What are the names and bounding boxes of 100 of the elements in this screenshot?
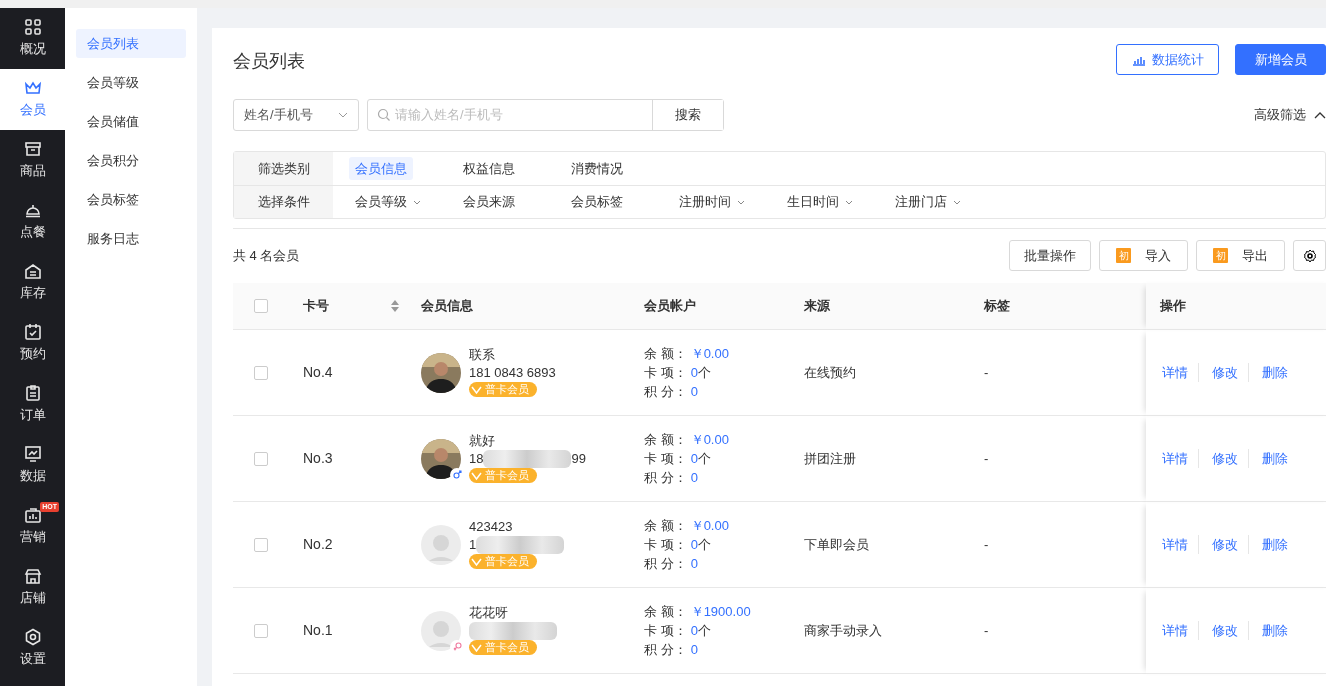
toolbar-button[interactable]: 初 导出	[1196, 240, 1285, 271]
action-link[interactable]: 删除	[1248, 448, 1298, 469]
avatar	[421, 610, 461, 651]
column-header: 卡号	[303, 297, 329, 316]
filter-option[interactable]: 注册时间	[673, 190, 737, 214]
filter-option[interactable]: 权益信息	[457, 156, 521, 181]
toolbar-button[interactable]: 初 导入	[1099, 240, 1188, 271]
select-all-checkbox[interactable]	[254, 299, 268, 313]
nav-item[interactable]: 设置	[0, 618, 65, 679]
row-checkbox[interactable]	[254, 623, 268, 638]
card-number: No.3	[303, 449, 333, 468]
balance-value: ￥0.00	[690, 346, 729, 361]
member-tier-badge: 普卡会员	[469, 381, 537, 397]
filter-option[interactable]: 会员等级	[349, 190, 413, 214]
search-button[interactable]: 搜索	[652, 100, 723, 130]
nav-item[interactable]: 库存	[0, 252, 65, 313]
field-label: 余 额：	[644, 346, 687, 361]
balance-value: ￥1900.00	[690, 604, 751, 619]
phone-number: 18	[469, 449, 484, 468]
row-checkbox[interactable]	[254, 451, 268, 466]
nav-item[interactable]: 预约	[0, 313, 65, 374]
chevron-down-icon	[953, 199, 961, 205]
sort-icon	[391, 300, 399, 312]
submenu-item[interactable]: 会员列表	[76, 29, 186, 58]
action-link[interactable]: 删除	[1248, 534, 1298, 555]
filter-option[interactable]: 生日时间	[781, 190, 845, 214]
search-type-select[interactable]: 姓名/手机号	[233, 99, 359, 131]
row-checkbox[interactable]	[254, 537, 268, 552]
search-field[interactable]: 请输入姓名/手机号 搜索	[367, 99, 724, 131]
source-text: 拼团注册	[804, 449, 856, 468]
filter-option[interactable]: 消费情况	[565, 156, 629, 181]
bar-chart-box-icon	[23, 506, 42, 525]
avatar	[421, 352, 461, 393]
submenu-item[interactable]: 会员等级	[76, 68, 186, 97]
filter-label: 选择条件	[234, 186, 333, 218]
nav-item[interactable]: 店铺	[0, 557, 65, 618]
advanced-filter-toggle[interactable]: 高级筛选	[1254, 105, 1326, 125]
balance-value: ￥0.00	[690, 518, 729, 533]
submenu-item[interactable]: 会员积分	[76, 146, 186, 175]
submenu-item[interactable]: 会员标签	[76, 185, 186, 214]
settings-icon	[23, 628, 42, 647]
action-link[interactable]: 详情	[1149, 362, 1198, 383]
settings-button[interactable]	[1293, 240, 1326, 271]
unit-label: 个	[697, 623, 711, 638]
card-number: No.2	[303, 535, 333, 554]
member-name: 联系	[469, 345, 496, 364]
box-icon	[23, 140, 42, 159]
action-link[interactable]: 修改	[1198, 362, 1248, 383]
phone-number: 1	[469, 535, 477, 554]
nav-item[interactable]: 会员	[0, 69, 65, 130]
balance-value: ￥0.00	[690, 432, 729, 447]
nav-item[interactable]: 订单	[0, 374, 65, 435]
points-value: 0	[690, 642, 698, 657]
chevron-down-icon	[845, 199, 853, 205]
field-label: 积 分：	[644, 556, 687, 571]
grid-icon	[23, 18, 42, 37]
tag-text: -	[984, 535, 989, 554]
filter-label: 筛选类别	[234, 152, 333, 185]
column-header: 操作	[1160, 297, 1186, 316]
action-link[interactable]: 详情	[1149, 534, 1198, 555]
nav-item[interactable]: 数据	[0, 435, 65, 496]
action-link[interactable]: 删除	[1248, 362, 1298, 383]
toolbar-button[interactable]: 批量操作	[1009, 240, 1091, 271]
action-link[interactable]: 详情	[1149, 448, 1198, 469]
clipboard-icon	[23, 384, 42, 403]
member-tier-badge: 普卡会员	[469, 467, 537, 483]
avatar	[421, 524, 461, 565]
nav-item[interactable]: 概况	[0, 8, 65, 69]
filter-option[interactable]: 会员标签	[565, 190, 629, 214]
add-button[interactable]: 新增会员	[1235, 44, 1326, 75]
chevron-down-icon	[338, 112, 348, 118]
gear-icon	[1302, 248, 1317, 263]
nav-item[interactable]: 点餐	[0, 191, 65, 252]
unit-label: 个	[697, 365, 711, 380]
action-link[interactable]: 修改	[1198, 448, 1248, 469]
action-link[interactable]: 修改	[1198, 620, 1248, 641]
chevron-up-icon	[1314, 111, 1326, 119]
field-label: 卡 项：	[644, 623, 687, 638]
submenu-item[interactable]: 会员储值	[76, 107, 186, 136]
card-count-value: 0	[690, 623, 698, 638]
member-name: 花花呀	[469, 603, 509, 622]
submenu-item[interactable]: 服务日志	[76, 224, 186, 253]
card-count-value: 0	[690, 451, 698, 466]
action-link[interactable]: 详情	[1149, 620, 1198, 641]
member-name: 423423	[469, 517, 514, 536]
action-link[interactable]: 删除	[1248, 620, 1298, 641]
filter-option[interactable]: 会员信息	[349, 156, 413, 181]
nav-item[interactable]: 商品	[0, 130, 65, 191]
source-text: 商家手动录入	[804, 621, 882, 640]
field-label: 积 分：	[644, 384, 687, 399]
card-number: No.4	[303, 363, 333, 382]
row-checkbox[interactable]	[254, 365, 268, 380]
filter-option[interactable]: 注册门店	[889, 190, 953, 214]
stats-button[interactable]: 数据统计	[1116, 44, 1219, 75]
action-link[interactable]: 修改	[1198, 534, 1248, 555]
filter-option[interactable]: 会员来源	[457, 190, 521, 214]
unit-label: 个	[697, 537, 711, 552]
tag-text: -	[984, 363, 989, 382]
tag-text: -	[984, 449, 989, 468]
card-count-value: 0	[690, 365, 698, 380]
